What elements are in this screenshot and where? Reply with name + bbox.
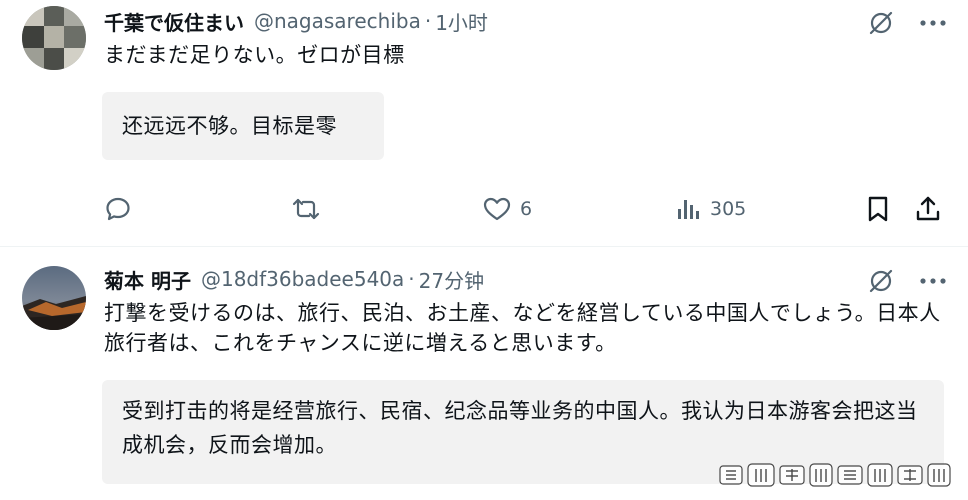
avatar[interactable] xyxy=(22,6,86,70)
tweet-top-icons xyxy=(866,8,948,38)
bookmark-icon xyxy=(868,196,888,222)
repost-icon xyxy=(292,198,320,220)
tweet-header: 菊本 明子 @18df36badee540a · 27分钟 xyxy=(104,264,484,294)
view-count: 305 xyxy=(710,198,747,220)
share-button[interactable] xyxy=(914,192,942,226)
timestamp[interactable]: 1小时 xyxy=(435,7,488,36)
watermark-logo xyxy=(718,460,954,490)
separator-dot: · xyxy=(424,9,432,33)
translation-text: 受到打击的将是经营旅行、民宿、纪念品等业务的中国人。我认为日本游客会把这当成机会… xyxy=(122,399,918,457)
avatar[interactable] xyxy=(22,266,86,330)
tweet-text: まだまだ足りない。ゼロが目標 xyxy=(104,43,405,67)
bookmark-button[interactable] xyxy=(866,192,890,226)
translation-box: 还远远不够。目标是零 xyxy=(102,92,384,160)
tweet-actions: 6 305 xyxy=(0,192,968,226)
separator-dot: · xyxy=(408,267,415,291)
like-count: 6 xyxy=(520,198,533,220)
tweet-header: 千葉で仮住まい @nagasarechiba · 1小时 xyxy=(104,6,488,36)
display-name[interactable]: 千葉で仮住まい xyxy=(104,7,244,36)
tweet-text: 打撃を受けるのは、旅行、民泊、お土産、などを経営している中国人でしょう。日本人旅… xyxy=(104,301,941,355)
repost-button[interactable] xyxy=(290,192,330,226)
grok-icon[interactable] xyxy=(866,266,896,296)
like-button[interactable]: 6 xyxy=(482,192,532,226)
timestamp[interactable]: 27分钟 xyxy=(419,265,484,294)
tweet-1[interactable]: 千葉で仮住まい @nagasarechiba · 1小时 まだまだ足りない。ゼロ… xyxy=(0,0,968,246)
reply-button[interactable] xyxy=(104,192,140,226)
display-name[interactable]: 菊本 明子 xyxy=(104,265,191,294)
more-icon[interactable] xyxy=(918,266,948,296)
grok-icon[interactable] xyxy=(866,8,896,38)
like-icon xyxy=(483,197,511,221)
more-icon[interactable] xyxy=(918,8,948,38)
translation-text: 还远远不够。目标是零 xyxy=(122,114,337,138)
reply-icon xyxy=(106,197,130,221)
share-icon xyxy=(916,196,940,221)
username[interactable]: @18df36badee540a xyxy=(201,267,404,291)
views-icon xyxy=(678,200,699,219)
views-button[interactable]: 305 xyxy=(676,192,746,226)
tweet-top-icons xyxy=(866,266,948,296)
username[interactable]: @nagasarechiba xyxy=(254,9,421,33)
